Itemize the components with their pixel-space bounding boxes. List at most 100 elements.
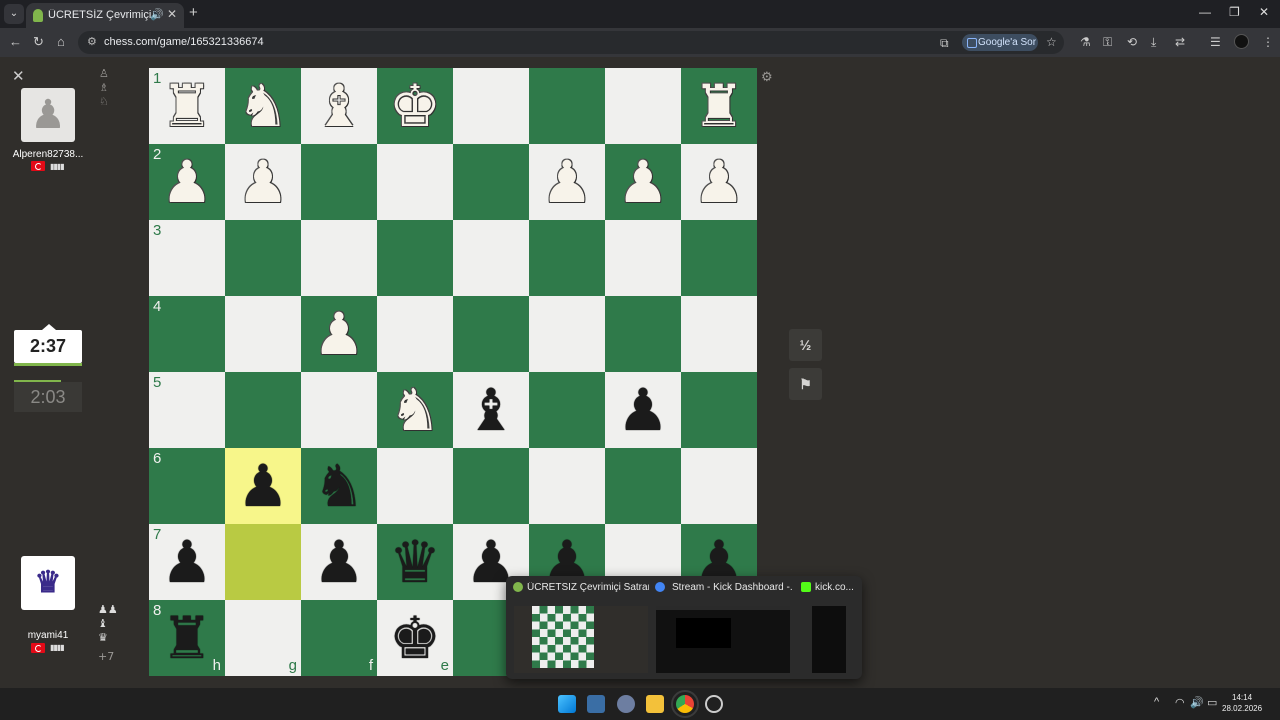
square-h2[interactable]: 2 ♟ — [149, 144, 225, 220]
back-icon[interactable]: ← — [9, 34, 22, 49]
chrome-taskbar-icon[interactable] — [671, 690, 699, 718]
white-piece-c2[interactable]: ♟ — [529, 144, 605, 220]
square-e7[interactable]: ♛ — [377, 524, 453, 600]
opponent-username[interactable]: Alperen82738... — [3, 149, 93, 160]
translate-icon[interactable]: ⇄ — [1175, 35, 1185, 49]
black-piece-g6[interactable]: ♟ — [225, 448, 301, 524]
white-piece-f1[interactable]: ♝ — [301, 68, 377, 144]
square-b1[interactable] — [605, 68, 681, 144]
square-g5[interactable] — [225, 372, 301, 448]
square-f6[interactable]: ♞ — [301, 448, 377, 524]
black-piece-d5[interactable]: ♝ — [453, 372, 529, 448]
black-piece-b5[interactable]: ♟ — [605, 372, 681, 448]
white-piece-g2[interactable]: ♟ — [225, 144, 301, 220]
square-d3[interactable] — [453, 220, 529, 296]
restore-icon[interactable]: ❐ — [1229, 5, 1240, 19]
square-f8[interactable]: f — [301, 600, 377, 676]
tray-chevron-icon[interactable]: ^ — [1154, 696, 1159, 708]
preview-window-3[interactable]: kick.co... — [798, 576, 858, 679]
square-f2[interactable] — [301, 144, 377, 220]
square-c3[interactable] — [529, 220, 605, 296]
square-g4[interactable] — [225, 296, 301, 372]
square-a5[interactable] — [681, 372, 757, 448]
white-piece-h1[interactable]: ♜ — [149, 68, 225, 144]
square-b5[interactable]: ♟ — [605, 372, 681, 448]
square-e8[interactable]: e ♚ — [377, 600, 453, 676]
ask-google-button[interactable]: Google'a Sor — [962, 34, 1038, 51]
square-h4[interactable]: 4 — [149, 296, 225, 372]
square-f7[interactable]: ♟ — [301, 524, 377, 600]
store-icon[interactable] — [587, 695, 605, 713]
audio-icon[interactable]: 🔊 — [150, 8, 164, 21]
square-c5[interactable] — [529, 372, 605, 448]
black-piece-e8[interactable]: ♚ — [377, 600, 453, 676]
square-f3[interactable] — [301, 220, 377, 296]
square-g8[interactable]: g — [225, 600, 301, 676]
square-e2[interactable] — [377, 144, 453, 220]
resign-button[interactable]: ⚑ — [789, 368, 822, 400]
square-f5[interactable] — [301, 372, 377, 448]
square-a1[interactable]: ♜ — [681, 68, 757, 144]
file-explorer-icon[interactable] — [646, 695, 664, 713]
white-piece-e5[interactable]: ♞ — [377, 372, 453, 448]
square-d1[interactable] — [453, 68, 529, 144]
square-d6[interactable] — [453, 448, 529, 524]
player-username[interactable]: myami41 — [3, 630, 93, 641]
white-piece-g1[interactable]: ♞ — [225, 68, 301, 144]
browser-menu-icon[interactable]: ⋮ — [1262, 35, 1274, 49]
address-bar[interactable]: ⚙ chess.com/game/165321336674 ⧉ Google'a… — [78, 31, 1064, 54]
white-piece-b2[interactable]: ♟ — [605, 144, 681, 220]
square-b6[interactable] — [605, 448, 681, 524]
white-piece-h2[interactable]: ♟ — [149, 144, 225, 220]
battery-icon[interactable]: ▭ — [1207, 696, 1217, 709]
extension-icon[interactable]: ⚗ — [1080, 35, 1091, 49]
square-h8[interactable]: 8 h ♜ — [149, 600, 225, 676]
history-icon[interactable]: ⟲ — [1127, 35, 1137, 49]
system-clock[interactable]: 14:14 28.02.2026 — [1222, 692, 1262, 714]
black-piece-f7[interactable]: ♟ — [301, 524, 377, 600]
tab-search-button[interactable]: ⌄ — [4, 4, 24, 24]
opponent-avatar[interactable]: ♟ — [21, 88, 75, 142]
preview-window-2[interactable]: Stream - Kick Dashboard -... — [652, 576, 794, 679]
settings-icon[interactable] — [617, 695, 635, 713]
new-tab-button[interactable]: + — [189, 4, 198, 21]
square-c6[interactable] — [529, 448, 605, 524]
volume-icon[interactable]: 🔊 — [1190, 696, 1204, 709]
square-h6[interactable]: 6 — [149, 448, 225, 524]
square-e6[interactable] — [377, 448, 453, 524]
square-h3[interactable]: 3 — [149, 220, 225, 296]
home-icon[interactable]: ⌂ — [57, 34, 65, 49]
close-sidebar-icon[interactable]: ✕ — [12, 67, 25, 85]
square-c4[interactable] — [529, 296, 605, 372]
square-h7[interactable]: 7 ♟ — [149, 524, 225, 600]
close-tab-icon[interactable]: ✕ — [167, 7, 177, 21]
square-g3[interactable] — [225, 220, 301, 296]
black-piece-h7[interactable]: ♟ — [149, 524, 225, 600]
square-g1[interactable]: ♞ — [225, 68, 301, 144]
offer-draw-button[interactable]: ½ — [789, 329, 822, 361]
black-piece-f6[interactable]: ♞ — [301, 448, 377, 524]
close-window-icon[interactable]: ✕ — [1259, 5, 1269, 19]
minimize-icon[interactable]: — — [1199, 5, 1211, 19]
square-c1[interactable] — [529, 68, 605, 144]
board-settings-icon[interactable]: ⚙ — [761, 69, 773, 85]
square-e3[interactable] — [377, 220, 453, 296]
square-f4[interactable]: ♟ — [301, 296, 377, 372]
square-d5[interactable]: ♝ — [453, 372, 529, 448]
site-info-icon[interactable]: ⚙ — [87, 35, 97, 48]
square-d4[interactable] — [453, 296, 529, 372]
start-icon[interactable] — [558, 695, 576, 713]
wifi-icon[interactable]: ◠ — [1175, 696, 1185, 709]
player-avatar[interactable]: ♛ — [21, 556, 75, 610]
square-a3[interactable] — [681, 220, 757, 296]
square-g2[interactable]: ♟ — [225, 144, 301, 220]
square-e5[interactable]: ♞ — [377, 372, 453, 448]
reading-list-icon[interactable]: ☰ — [1210, 35, 1221, 49]
square-h5[interactable]: 5 — [149, 372, 225, 448]
square-a6[interactable] — [681, 448, 757, 524]
square-g6[interactable]: ♟ — [225, 448, 301, 524]
square-h1[interactable]: 1 ♜ — [149, 68, 225, 144]
square-a4[interactable] — [681, 296, 757, 372]
white-piece-a1[interactable]: ♜ — [681, 68, 757, 144]
black-piece-e7[interactable]: ♛ — [377, 524, 453, 600]
